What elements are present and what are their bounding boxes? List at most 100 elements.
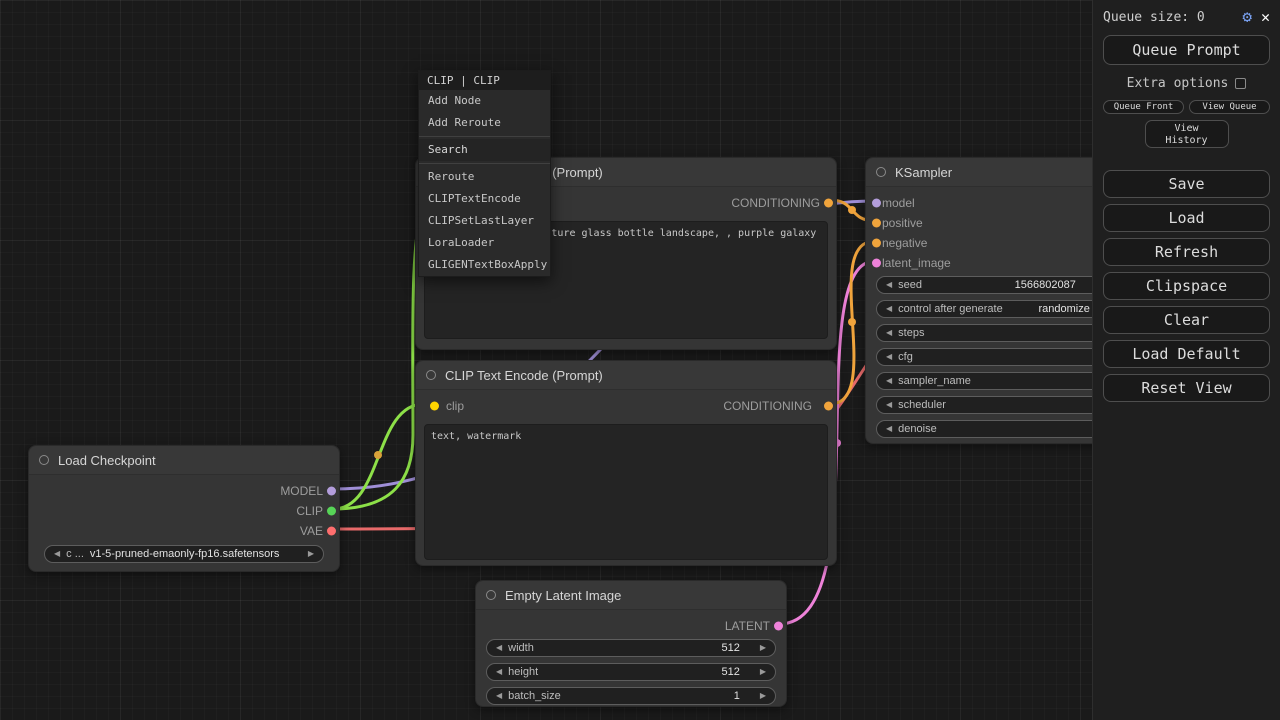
link-midpoint-dot <box>848 318 856 326</box>
node-load-checkpoint[interactable]: Load Checkpoint MODEL CLIP VAE ◀ c ... v… <box>28 445 340 572</box>
width-widget[interactable]: ◀ width 512 ▶ <box>486 639 776 657</box>
node-header[interactable]: Load Checkpoint <box>29 446 339 475</box>
increment-arrow-icon[interactable]: ▶ <box>760 692 766 700</box>
collapse-dot-icon[interactable] <box>426 370 436 380</box>
settings-gear-icon[interactable]: ⚙ <box>1242 9 1252 25</box>
clipspace-button[interactable]: Clipspace <box>1103 272 1270 300</box>
latent-output-dot[interactable] <box>774 622 783 631</box>
decrement-arrow-icon[interactable]: ◀ <box>496 644 502 652</box>
clear-button[interactable]: Clear <box>1103 306 1270 334</box>
queue-front-button[interactable]: Queue Front <box>1103 100 1184 114</box>
collapse-dot-icon[interactable] <box>486 590 496 600</box>
widget-name: width <box>508 642 534 654</box>
refresh-button[interactable]: Refresh <box>1103 238 1270 266</box>
conditioning-output-dot[interactable] <box>824 199 833 208</box>
denoise-widget[interactable]: ◀ denoise ▶ <box>876 420 1112 438</box>
conditioning-output-dot[interactable] <box>824 402 833 411</box>
batch-size-widget[interactable]: ◀ batch_size 1 ▶ <box>486 687 776 705</box>
positive-input-dot[interactable] <box>872 219 881 228</box>
slot-label: positive <box>882 216 923 230</box>
reset-view-button[interactable]: Reset View <box>1103 374 1270 402</box>
decrement-arrow-icon[interactable]: ◀ <box>886 281 892 289</box>
link-release-context-menu: CLIP | CLIP Add Node Add Reroute Search … <box>418 70 551 277</box>
decrement-arrow-icon[interactable]: ◀ <box>886 425 892 433</box>
control-after-generate-widget[interactable]: ◀ control after generate randomize ▶ <box>876 300 1112 318</box>
cfg-widget[interactable]: ◀ cfg ▶ <box>876 348 1112 366</box>
queue-prompt-button[interactable]: Queue Prompt <box>1103 35 1270 65</box>
negative-input-dot[interactable] <box>872 239 881 248</box>
height-widget[interactable]: ◀ height 512 ▶ <box>486 663 776 681</box>
menu-item-reroute[interactable]: Reroute <box>419 166 550 188</box>
slot-label: CONDITIONING <box>723 399 812 413</box>
output-slot-clip: CLIP <box>29 501 339 521</box>
widget-value: 512 <box>721 666 739 678</box>
sampler-name-widget[interactable]: ◀ sampler_name ▶ <box>876 372 1112 390</box>
extra-options-checkbox[interactable] <box>1235 78 1246 89</box>
widget-name: denoise <box>898 423 937 435</box>
collapse-dot-icon[interactable] <box>876 167 886 177</box>
node-header[interactable]: CLIP Text Encode (Prompt) <box>416 361 836 390</box>
scheduler-widget[interactable]: ◀ scheduler ▶ <box>876 396 1112 414</box>
menu-separator <box>419 136 550 137</box>
widget-value: 512 <box>721 642 739 654</box>
prompt-textarea[interactable]: text, watermark <box>424 424 828 560</box>
menu-separator <box>419 163 550 164</box>
queue-size-label: Queue size: 0 <box>1103 10 1233 25</box>
wire-clip-2 <box>333 201 424 509</box>
menu-search-input[interactable]: Search <box>419 139 550 161</box>
decrement-arrow-icon[interactable]: ◀ <box>886 329 892 337</box>
combo-left-arrow-icon[interactable]: ◀ <box>886 401 892 409</box>
widget-name: control after generate <box>898 303 1003 315</box>
increment-arrow-icon[interactable]: ▶ <box>760 644 766 652</box>
menu-item-add-reroute[interactable]: Add Reroute <box>419 112 550 134</box>
model-input-dot[interactable] <box>872 199 881 208</box>
view-history-button[interactable]: View History <box>1145 120 1229 148</box>
slot-label: negative <box>882 236 927 250</box>
load-default-button[interactable]: Load Default <box>1103 340 1270 368</box>
menu-item-cliptextencode[interactable]: CLIPTextEncode <box>419 188 550 210</box>
combo-left-arrow-icon[interactable]: ◀ <box>886 377 892 385</box>
menu-item-loraloader[interactable]: LoraLoader <box>419 232 550 254</box>
combo-right-arrow-icon[interactable]: ▶ <box>308 550 314 558</box>
menu-item-gligentextboxapply[interactable]: GLIGENTextBoxApply <box>419 254 550 276</box>
node-header[interactable]: KSampler <box>866 158 1122 187</box>
close-icon[interactable]: ✕ <box>1261 10 1270 25</box>
decrement-arrow-icon[interactable]: ◀ <box>886 353 892 361</box>
clip-output-dot[interactable] <box>327 507 336 516</box>
node-graph-canvas[interactable]: CLIP Text Encode (Prompt) CONDITIONING b… <box>0 0 1280 720</box>
clip-input-dot[interactable] <box>430 402 439 411</box>
steps-widget[interactable]: ◀ steps ▶ <box>876 324 1112 342</box>
node-title: CLIP Text Encode (Prompt) <box>445 368 603 383</box>
load-button[interactable]: Load <box>1103 204 1270 232</box>
save-button[interactable]: Save <box>1103 170 1270 198</box>
menu-item-clipsetlastlayer[interactable]: CLIPSetLastLayer <box>419 210 550 232</box>
node-header[interactable]: Empty Latent Image <box>476 581 786 610</box>
combo-left-arrow-icon[interactable]: ◀ <box>886 305 892 313</box>
slot-label: LATENT <box>725 619 770 633</box>
slot-label: model <box>882 196 915 210</box>
context-menu-title: CLIP | CLIP <box>419 71 550 90</box>
view-queue-button[interactable]: View Queue <box>1189 100 1270 114</box>
output-slot-vae: VAE <box>29 521 339 541</box>
node-clip-text-encode-negative[interactable]: CLIP Text Encode (Prompt) clip CONDITION… <box>415 360 837 566</box>
node-empty-latent-image[interactable]: Empty Latent Image LATENT ◀ width 512 ▶ … <box>475 580 787 707</box>
vae-output-dot[interactable] <box>327 527 336 536</box>
widget-name: seed <box>898 279 922 291</box>
latent-image-input-dot[interactable] <box>872 259 881 268</box>
decrement-arrow-icon[interactable]: ◀ <box>496 668 502 676</box>
seed-widget[interactable]: ◀ seed 1566802087 ▶ <box>876 276 1112 294</box>
widget-name: height <box>508 666 538 678</box>
node-ksampler[interactable]: KSampler model positive negative latent_… <box>865 157 1123 444</box>
output-slot-latent: LATENT <box>476 616 786 636</box>
combo-left-arrow-icon[interactable]: ◀ <box>54 550 60 558</box>
menu-item-add-node[interactable]: Add Node <box>419 90 550 112</box>
model-output-dot[interactable] <box>327 487 336 496</box>
link-midpoint-dot <box>374 451 382 459</box>
input-slot-clip: clip <box>432 399 464 413</box>
decrement-arrow-icon[interactable]: ◀ <box>496 692 502 700</box>
output-slot-conditioning: CONDITIONING <box>723 399 820 413</box>
ckpt-name-combo-widget[interactable]: ◀ c ... v1-5-pruned-emaonly-fp16.safeten… <box>44 545 324 563</box>
widget-value: 1566802087 <box>1015 279 1076 291</box>
increment-arrow-icon[interactable]: ▶ <box>760 668 766 676</box>
collapse-dot-icon[interactable] <box>39 455 49 465</box>
